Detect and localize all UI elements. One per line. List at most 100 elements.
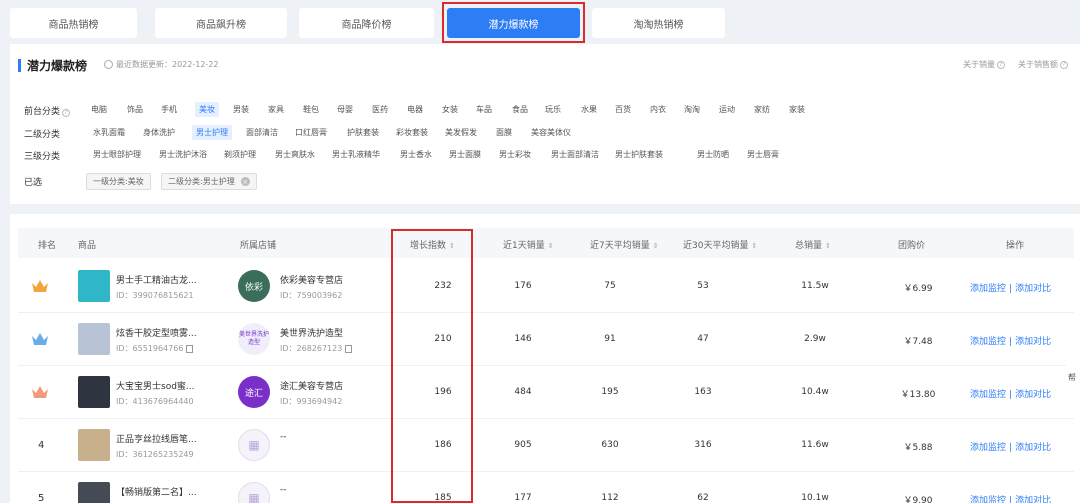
tab-hot-sales[interactable]: 商品热销榜 — [10, 8, 137, 38]
filter-item[interactable]: 电器 — [407, 104, 423, 115]
about-sales-link[interactable]: 关于销量? — [963, 59, 1005, 70]
filter-item[interactable]: 百货 — [615, 104, 631, 115]
filter-item[interactable]: 彩妆套装 — [396, 127, 428, 138]
header-rank: 排名 — [38, 241, 57, 251]
filter-item[interactable]: 剃须护理 — [224, 149, 256, 160]
add-monitor-link[interactable]: 添加监控 — [970, 284, 1006, 294]
store-logo: ▦ — [238, 482, 270, 503]
store-name[interactable]: -- — [280, 485, 287, 495]
total-sales: 10.4w — [801, 387, 829, 397]
header-sales-30d[interactable]: 近30天平均销量 ⇕ — [683, 238, 757, 251]
filter-item[interactable]: 男士香水 — [400, 149, 432, 160]
filter-item[interactable]: 男士护理 — [192, 125, 232, 140]
product-name[interactable]: 男士手工精油古龙... — [116, 273, 197, 286]
filter-item[interactable]: 美发假发 — [445, 127, 477, 138]
product-name[interactable]: 正品亨丝拉线唇笔... — [116, 432, 197, 445]
filter-item[interactable]: 美妆 — [195, 102, 219, 117]
copy-icon[interactable] — [345, 344, 353, 353]
add-monitor-link[interactable]: 添加监控 — [970, 496, 1006, 503]
filter-item[interactable]: 男士乳液精华 — [332, 149, 380, 160]
add-compare-link[interactable]: 添加对比 — [1015, 284, 1051, 294]
selected-chip[interactable]: 一级分类:美妆 — [86, 173, 151, 190]
filter-item[interactable]: 家纺 — [754, 104, 770, 115]
header-sales-1d[interactable]: 近1天销量 ⇕ — [503, 238, 554, 251]
filter-item[interactable]: 口红唇膏 — [295, 127, 327, 138]
close-icon[interactable]: × — [240, 177, 250, 186]
filter-item[interactable]: 鞋包 — [303, 104, 319, 115]
store-logo: 美世界洗护造型 — [238, 323, 270, 355]
sales-1d: 146 — [514, 334, 532, 344]
product-thumbnail[interactable] — [78, 270, 110, 302]
filter-item[interactable]: 电脑 — [91, 104, 107, 115]
filter-item[interactable]: 手机 — [161, 104, 177, 115]
product-thumbnail[interactable] — [78, 482, 110, 503]
filter-item[interactable]: 男装 — [233, 104, 249, 115]
sales-7d-avg: 91 — [604, 334, 616, 344]
header-sales-7d[interactable]: 近7天平均销量 ⇕ — [590, 238, 659, 251]
filter-item[interactable]: 面部清洁 — [246, 127, 278, 138]
filter-item[interactable]: 水果 — [581, 104, 597, 115]
filter-item[interactable]: 淘淘 — [684, 104, 700, 115]
product-name[interactable]: 大宝宝男士sod蜜... — [116, 379, 195, 392]
filter-item[interactable]: 饰品 — [127, 104, 143, 115]
store-name[interactable]: 途汇美容专营店 — [280, 379, 343, 392]
second-category-label: 二级分类 — [24, 130, 61, 140]
filter-item[interactable]: 身体洗护 — [143, 127, 175, 138]
product-thumbnail[interactable] — [78, 429, 110, 461]
filter-item[interactable]: 水乳面霜 — [93, 127, 125, 138]
store-name[interactable]: 依彩美容专营店 — [280, 273, 343, 286]
filter-item[interactable]: 美容美体仪 — [531, 127, 571, 138]
filter-item[interactable]: 男士面部清洁 — [551, 149, 599, 160]
filter-item[interactable]: 男士防晒 — [697, 149, 729, 160]
third-category-label: 三级分类 — [24, 152, 61, 162]
store-name[interactable]: -- — [280, 432, 287, 442]
filter-item[interactable]: 男士面膜 — [449, 149, 481, 160]
filter-item[interactable]: 玩乐 — [545, 104, 561, 115]
add-monitor-link[interactable]: 添加监控 — [970, 337, 1006, 347]
panel-title: 潜力爆款榜 — [18, 57, 87, 74]
title-bar — [18, 59, 21, 72]
filter-item[interactable]: 母婴 — [337, 104, 353, 115]
product-thumbnail[interactable] — [78, 323, 110, 355]
filter-item[interactable]: 男士唇膏 — [747, 149, 779, 160]
filter-item[interactable]: 面膜 — [496, 127, 512, 138]
add-compare-link[interactable]: 添加对比 — [1015, 443, 1051, 453]
store-name[interactable]: 美世界洗护造型 — [280, 326, 343, 339]
filter-item[interactable]: 女装 — [442, 104, 458, 115]
filter-item[interactable]: 内衣 — [650, 104, 666, 115]
filter-item[interactable]: 男士彩妆 — [499, 149, 531, 160]
add-compare-link[interactable]: 添加对比 — [1015, 496, 1051, 503]
header-product: 商品 — [78, 241, 97, 251]
add-monitor-link[interactable]: 添加监控 — [970, 390, 1006, 400]
about-amount-link[interactable]: 关于销售额? — [1018, 59, 1068, 70]
copy-icon[interactable] — [186, 344, 194, 353]
tab-rising[interactable]: 商品飙升榜 — [155, 8, 287, 38]
filter-item[interactable]: 车品 — [476, 104, 492, 115]
add-compare-link[interactable]: 添加对比 — [1015, 390, 1051, 400]
filter-item[interactable]: 食品 — [512, 104, 528, 115]
product-name[interactable]: 炫香干胶定型喷雾... — [116, 326, 197, 339]
filter-item[interactable]: 男士眼部护理 — [93, 149, 141, 160]
add-compare-link[interactable]: 添加对比 — [1015, 337, 1051, 347]
filter-item[interactable]: 男士洗护沐浴 — [159, 149, 207, 160]
product-thumbnail[interactable] — [78, 376, 110, 408]
header-total[interactable]: 总销量 ⇕ — [795, 238, 831, 251]
add-monitor-link[interactable]: 添加监控 — [970, 443, 1006, 453]
action-separator: | — [1009, 443, 1013, 453]
tab-price-drop[interactable]: 商品降价榜 — [299, 8, 434, 38]
filter-item[interactable]: 医药 — [372, 104, 388, 115]
filter-item[interactable]: 家装 — [789, 104, 805, 115]
filter-item[interactable]: 男士护肤套装 — [615, 149, 663, 160]
tab-taotao-hot[interactable]: 淘淘热销榜 — [592, 8, 725, 38]
group-price: ￥6.99 — [903, 284, 933, 294]
help-side-button[interactable]: 帮 — [1066, 340, 1080, 400]
product-name[interactable]: 【畅销版第二名】... — [116, 485, 197, 498]
sales-1d: 176 — [514, 281, 532, 291]
sales-30d-avg: 316 — [694, 440, 712, 450]
selected-chip[interactable]: 二级分类:男士护理 × — [161, 173, 257, 190]
filter-item[interactable]: 男士爽肤水 — [275, 149, 315, 160]
filter-item[interactable]: 运动 — [719, 104, 735, 115]
filter-item[interactable]: 护肤套装 — [347, 127, 379, 138]
filter-item[interactable]: 家具 — [268, 104, 284, 115]
crown-icon — [30, 331, 50, 347]
